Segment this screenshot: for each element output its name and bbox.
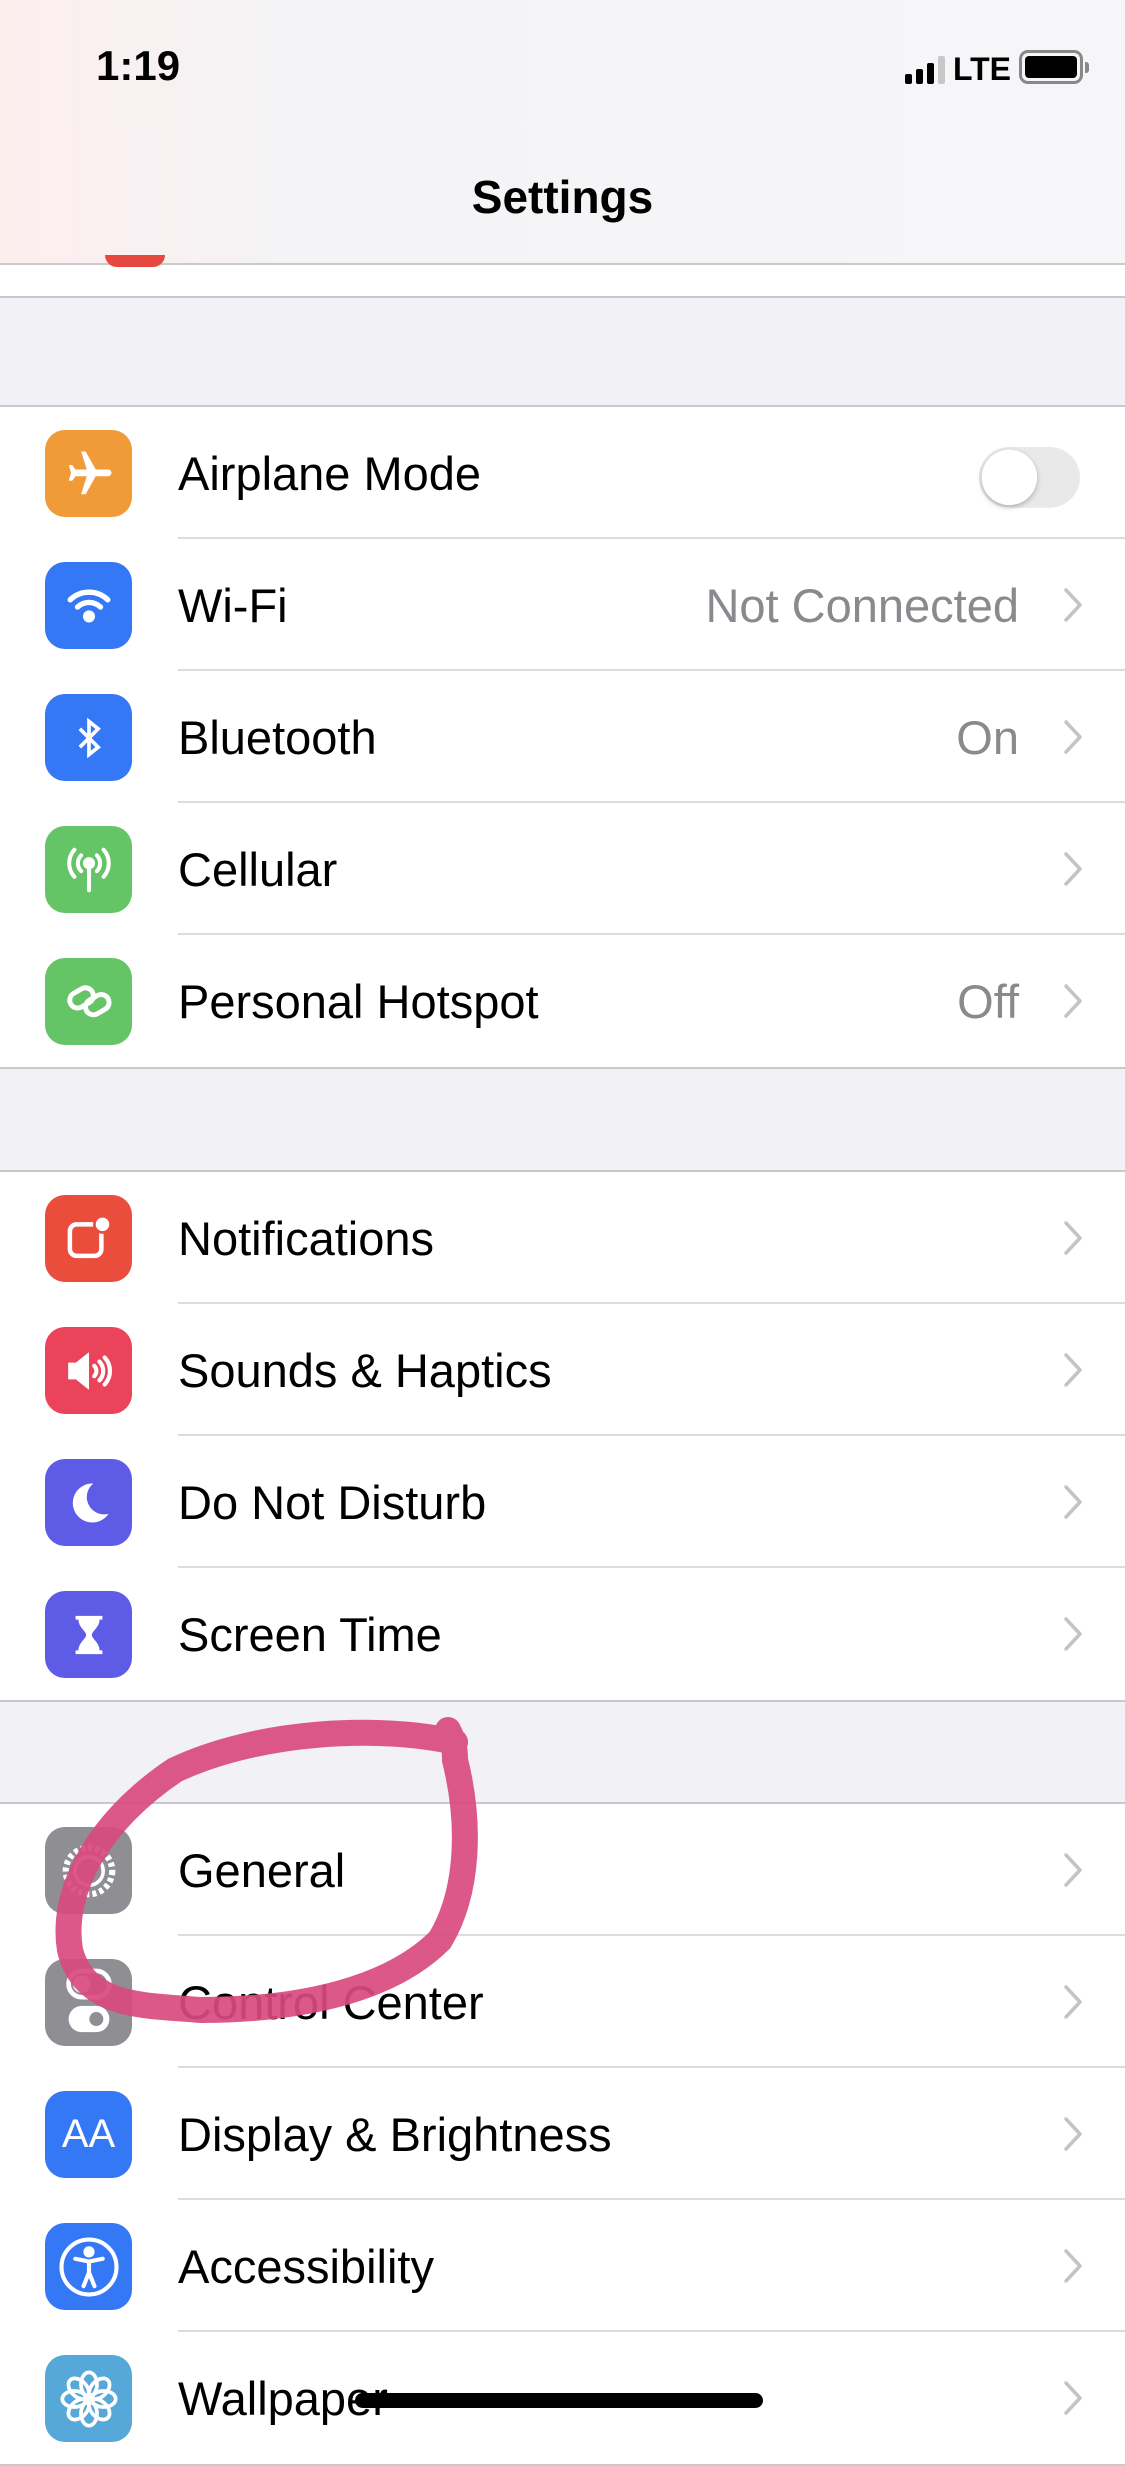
speaker-icon [45, 1327, 132, 1414]
chevron-right-icon [1064, 2381, 1082, 2415]
chevron-right-icon [1064, 2117, 1082, 2151]
settings-row-general[interactable]: General [0, 1804, 1125, 1936]
chevron-right-icon [1064, 1485, 1082, 1519]
network-type: LTE [952, 51, 1011, 87]
row-label: Do Not Disturb [178, 1475, 487, 1529]
row-label: Notifications [178, 1211, 434, 1265]
navigation-header: 1:19 LTE Settings [0, 0, 1125, 265]
row-label: General [178, 1843, 346, 1897]
settings-row-display-and-brightness[interactable]: AA Display & Brightness [0, 2068, 1125, 2200]
chevron-right-icon [1064, 720, 1082, 754]
settings-row-screen-time[interactable]: Screen Time [0, 1568, 1125, 1700]
settings-group: Notifications Sounds & Haptics Do Not Di… [0, 1170, 1125, 1702]
hotspot-icon [45, 958, 132, 1045]
row-label: Airplane Mode [178, 446, 482, 500]
chevron-right-icon [1064, 1353, 1082, 1387]
text-size-icon: AA [45, 2091, 132, 2178]
chevron-right-icon [1064, 588, 1082, 622]
profile-row-partial[interactable] [0, 265, 1125, 298]
moon-icon [45, 1459, 132, 1546]
switches-icon [45, 1959, 132, 2046]
chevron-right-icon [1064, 1853, 1082, 1887]
home-indicator[interactable] [355, 2393, 763, 2408]
page-title: Settings [471, 171, 654, 223]
settings-group: Airplane Mode Wi-Fi Not Connected Bluetoo… [0, 405, 1125, 1069]
settings-row-notifications[interactable]: Notifications [0, 1172, 1125, 1304]
row-label: Screen Time [178, 1607, 442, 1661]
settings-row-accessibility[interactable]: Accessibility [0, 2200, 1125, 2332]
row-label: Sounds & Haptics [178, 1343, 552, 1397]
row-label: Control Center [178, 1975, 484, 2029]
row-value: Off [957, 974, 1019, 1028]
row-label: Accessibility [178, 2239, 434, 2293]
status-icons: LTE [904, 50, 1089, 87]
settings-row-control-center[interactable]: Control Center [0, 1936, 1125, 2068]
gear-icon [45, 1827, 132, 1914]
airplane-icon [45, 430, 132, 517]
bluetooth-icon [45, 694, 132, 781]
settings-row-airplane-mode[interactable]: Airplane Mode [0, 407, 1125, 539]
wifi-icon [45, 562, 132, 649]
cellular-icon [45, 826, 132, 913]
row-label: Cellular [178, 842, 338, 896]
notifications-icon [45, 1195, 132, 1282]
settings-row-wi-fi[interactable]: Wi-Fi Not Connected [0, 539, 1125, 671]
battery-icon [1019, 50, 1089, 84]
row-value: Not Connected [705, 578, 1019, 632]
row-label: Wi-Fi [178, 578, 288, 632]
profile-avatar-peek [105, 255, 165, 267]
settings-row-sounds-and-haptics[interactable]: Sounds & Haptics [0, 1304, 1125, 1436]
chevron-right-icon [1064, 2249, 1082, 2283]
signal-icon [904, 56, 945, 84]
chevron-right-icon [1064, 1617, 1082, 1651]
flower-icon [45, 2355, 132, 2442]
row-label: Bluetooth [178, 710, 377, 764]
settings-group: General Control Center AA Display & Brigh… [0, 1802, 1125, 2466]
settings-row-do-not-disturb[interactable]: Do Not Disturb [0, 1436, 1125, 1568]
airplane-mode-toggle[interactable] [979, 447, 1080, 508]
row-value: On [956, 710, 1019, 764]
settings-row-personal-hotspot[interactable]: Personal Hotspot Off [0, 935, 1125, 1067]
settings-row-bluetooth[interactable]: Bluetooth On [0, 671, 1125, 803]
chevron-right-icon [1064, 852, 1082, 886]
accessibility-icon [45, 2223, 132, 2310]
row-label: Display & Brightness [178, 2107, 612, 2161]
hourglass-icon [45, 1591, 132, 1678]
chevron-right-icon [1064, 1221, 1082, 1255]
row-label: Personal Hotspot [178, 974, 539, 1028]
chevron-right-icon [1064, 984, 1082, 1018]
settings-row-cellular[interactable]: Cellular [0, 803, 1125, 935]
chevron-right-icon [1064, 1985, 1082, 2019]
status-time: 1:19 [96, 42, 181, 89]
